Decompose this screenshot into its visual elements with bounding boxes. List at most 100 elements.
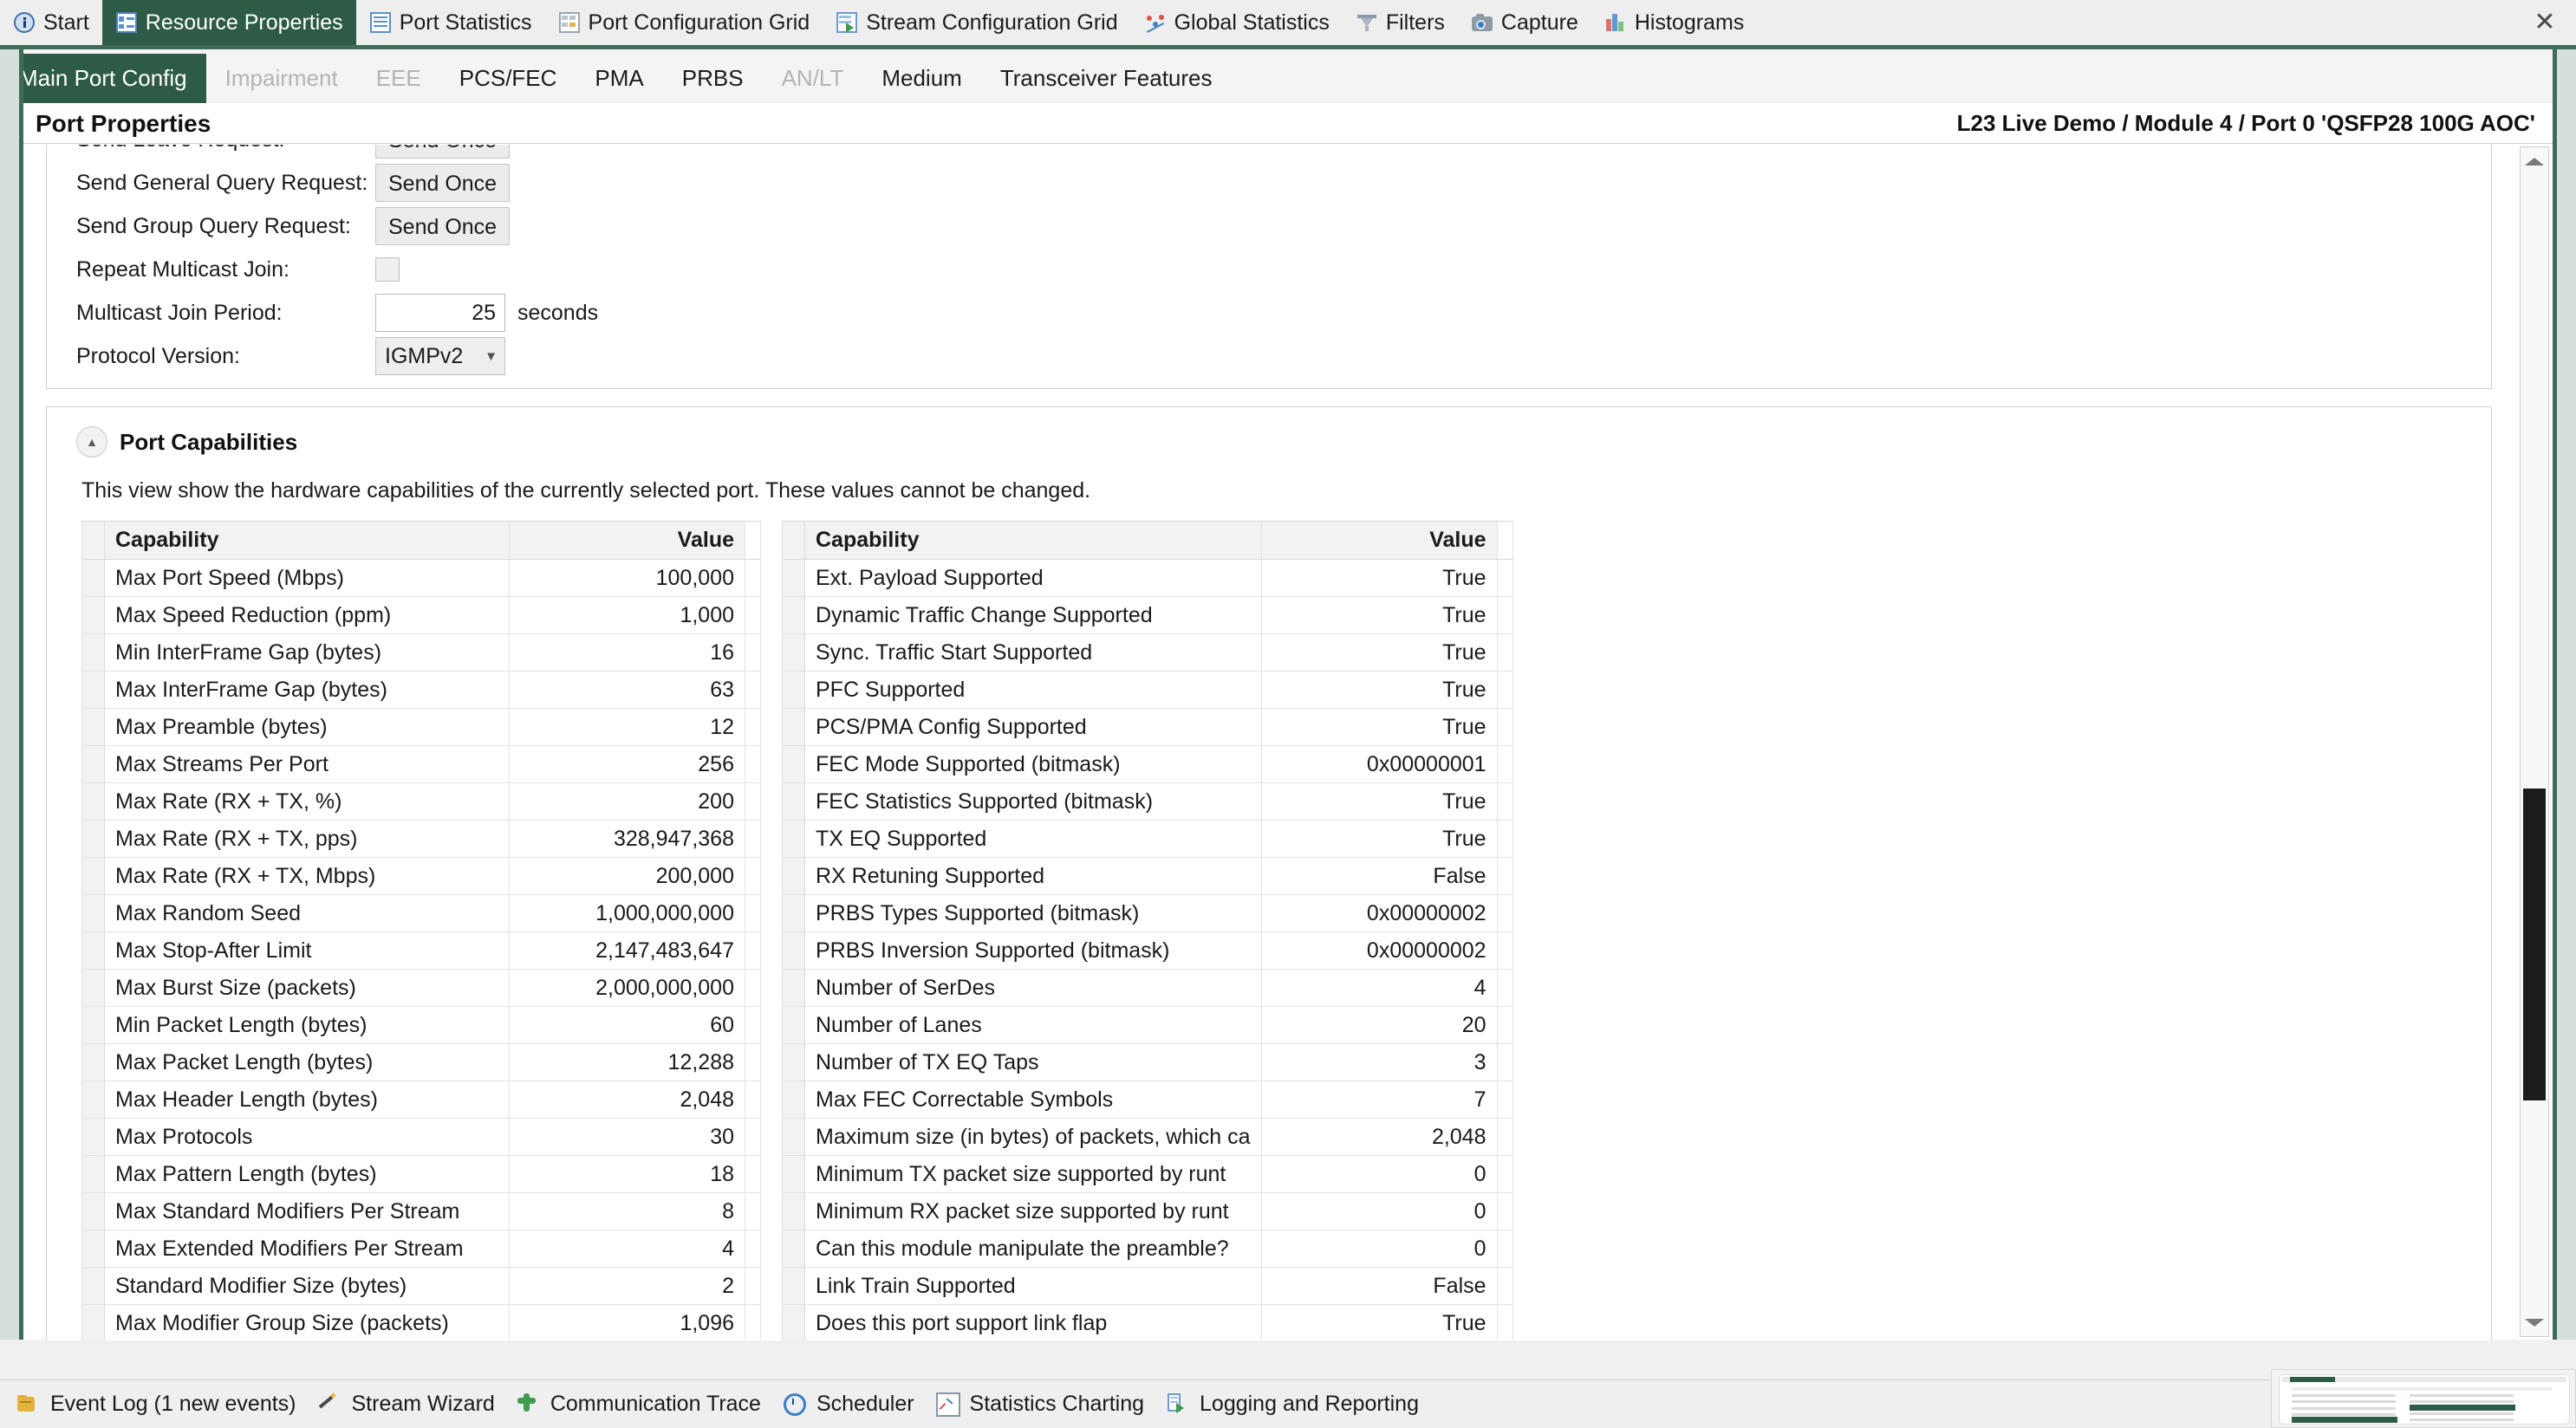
table-row[interactable]: Ext. Payload Supported True — [782, 559, 1513, 597]
row-header-cell[interactable] — [81, 820, 105, 858]
column-header-capability[interactable]: Capability — [804, 521, 1262, 560]
chevron-down-icon[interactable]: ▼ — [485, 349, 498, 364]
row-header-cell[interactable] — [782, 708, 805, 746]
row-header-cell[interactable] — [81, 894, 105, 932]
view-tab-global-statistics[interactable]: Global Statistics — [1131, 0, 1343, 45]
table-row[interactable]: Number of TX EQ Taps 3 — [782, 1043, 1513, 1081]
table-row[interactable]: Link Train Supported False — [782, 1267, 1513, 1305]
view-tab-filters[interactable]: Filters — [1343, 0, 1458, 45]
tab-main-port-config[interactable]: Main Port Config — [0, 54, 206, 103]
vertical-scrollbar[interactable] — [2520, 146, 2549, 1337]
row-header-cell[interactable] — [782, 559, 805, 597]
table-row[interactable]: Dynamic Traffic Change Supported True — [782, 596, 1513, 634]
view-tab-histograms[interactable]: Histograms — [1591, 0, 1757, 45]
row-header-cell[interactable] — [81, 1267, 105, 1305]
table-row[interactable]: Max Rate (RX + TX, %) 200 — [81, 782, 761, 821]
column-header-value[interactable]: Value — [509, 521, 745, 560]
row-header-cell[interactable] — [81, 1304, 105, 1340]
send-leave-request-button[interactable]: Send Once — [375, 145, 511, 159]
row-header-cell[interactable] — [81, 1192, 105, 1230]
row-header-cell[interactable] — [81, 1081, 105, 1119]
status-item-statistics-charting[interactable]: Statistics Charting — [932, 1386, 1161, 1424]
close-icon[interactable]: ✕ — [2526, 5, 2564, 40]
row-header-cell[interactable] — [81, 1155, 105, 1193]
table-row[interactable]: PRBS Inversion Supported (bitmask) 0x0000… — [782, 931, 1513, 970]
repeat-multicast-join-checkbox[interactable] — [375, 257, 400, 282]
scrollbar-thumb[interactable] — [2523, 789, 2546, 1100]
table-row[interactable]: Max Packet Length (bytes) 12,288 — [81, 1043, 761, 1081]
send-general-query-request-button[interactable]: Send Once — [375, 164, 511, 202]
view-tab-port-configuration-grid[interactable]: Port Configuration Grid — [545, 0, 823, 45]
table-row[interactable]: Can this module manipulate the preamble?… — [782, 1230, 1513, 1268]
scroll-up-arrow-icon[interactable] — [2521, 147, 2548, 175]
table-row[interactable]: RX Retuning Supported False — [782, 857, 1513, 895]
table-row[interactable]: Standard Modifier Size (bytes) 2 — [81, 1267, 761, 1305]
row-header-cell[interactable] — [81, 1006, 105, 1044]
tab-pma[interactable]: PMA — [576, 54, 662, 103]
table-row[interactable]: Max Burst Size (packets) 2,000,000,000 — [81, 969, 761, 1007]
table-row[interactable]: Min Packet Length (bytes) 60 — [81, 1006, 761, 1044]
table-row[interactable]: PRBS Types Supported (bitmask) 0x00000002 — [782, 894, 1513, 932]
row-header-cell[interactable] — [81, 1043, 105, 1081]
send-group-query-request-button[interactable]: Send Once — [375, 207, 511, 245]
row-header-cell[interactable] — [782, 1267, 805, 1305]
row-header-cell[interactable] — [782, 596, 805, 634]
row-header-cell[interactable] — [782, 931, 805, 970]
tab-medium[interactable]: Medium — [862, 54, 980, 103]
table-row[interactable]: Max Random Seed 1,000,000,000 — [81, 894, 761, 932]
column-header-value[interactable]: Value — [1260, 521, 1498, 560]
table-row[interactable]: Number of SerDes 4 — [782, 969, 1513, 1007]
table-row[interactable]: Max Speed Reduction (ppm) 1,000 — [81, 596, 761, 634]
table-row[interactable]: Number of Lanes 20 — [782, 1006, 1513, 1044]
tab-prbs[interactable]: PRBS — [663, 54, 763, 103]
row-header-cell[interactable] — [782, 1304, 805, 1340]
row-header-cell[interactable] — [782, 820, 805, 858]
table-row[interactable]: Max FEC Correctable Symbols 7 — [782, 1081, 1513, 1119]
row-header-cell[interactable] — [81, 969, 105, 1007]
row-header-cell[interactable] — [81, 559, 105, 597]
table-row[interactable]: Max Header Length (bytes) 2,048 — [81, 1081, 761, 1119]
table-row[interactable]: Max Stop-After Limit 2,147,483,647 — [81, 931, 761, 970]
table-row[interactable]: Minimum TX packet size supported by runt… — [782, 1155, 1513, 1193]
table-row[interactable]: Max Pattern Length (bytes) 18 — [81, 1155, 761, 1193]
status-item-scheduler[interactable]: Scheduler — [778, 1386, 932, 1424]
multicast-join-period-input[interactable]: 25 — [375, 294, 505, 332]
table-row[interactable]: Sync. Traffic Start Supported True — [782, 633, 1513, 672]
tab-transceiver-features[interactable]: Transceiver Features — [981, 54, 1232, 103]
view-tab-start[interactable]: Start — [0, 0, 102, 45]
row-header-cell[interactable] — [81, 633, 105, 672]
view-tab-stream-configuration-grid[interactable]: Stream Configuration Grid — [823, 0, 1130, 45]
status-item-logging-and-reporting[interactable]: Logging and Reporting — [1161, 1386, 1436, 1424]
row-header-cell[interactable] — [782, 969, 805, 1007]
table-row[interactable]: Max Protocols 30 — [81, 1118, 761, 1156]
row-header-cell[interactable] — [81, 857, 105, 895]
table-row[interactable]: Max Preamble (bytes) 12 — [81, 708, 761, 746]
table-row[interactable]: Does this port support link flap True — [782, 1304, 1513, 1340]
row-header-cell[interactable] — [81, 1118, 105, 1156]
table-row[interactable]: Max Port Speed (Mbps) 100,000 — [81, 559, 761, 597]
table-row[interactable]: Max Rate (RX + TX, Mbps) 200,000 — [81, 857, 761, 895]
row-header-cell[interactable] — [81, 708, 105, 746]
row-header-cell[interactable] — [81, 745, 105, 783]
chevron-up-icon[interactable]: ▲ — [76, 426, 107, 458]
row-header-cell[interactable] — [782, 1081, 805, 1119]
table-row[interactable]: FEC Mode Supported (bitmask) 0x00000001 — [782, 745, 1513, 783]
table-row[interactable]: Min InterFrame Gap (bytes) 16 — [81, 633, 761, 672]
row-header-cell[interactable] — [81, 1230, 105, 1268]
table-row[interactable]: Max Standard Modifiers Per Stream 8 — [81, 1192, 761, 1230]
row-header-cell[interactable] — [782, 1155, 805, 1193]
status-item-stream-wizard[interactable]: Stream Wizard — [314, 1386, 512, 1424]
table-row[interactable]: TX EQ Supported True — [782, 820, 1513, 858]
row-header-cell[interactable] — [782, 1192, 805, 1230]
row-header-cell[interactable] — [782, 857, 805, 895]
table-row[interactable]: Max Modifier Group Size (packets) 1,096 — [81, 1304, 761, 1340]
view-tab-resource-properties[interactable]: Resource Properties — [101, 0, 356, 45]
row-header-cell[interactable] — [782, 1230, 805, 1268]
row-header-cell[interactable] — [782, 894, 805, 932]
row-header-cell[interactable] — [782, 782, 805, 821]
tab-pcs-fec[interactable]: PCS/FEC — [440, 54, 576, 103]
table-row[interactable]: Minimum RX packet size supported by runt… — [782, 1192, 1513, 1230]
row-header-cell[interactable] — [81, 671, 105, 709]
row-header-cell[interactable] — [81, 782, 105, 821]
row-header-cell[interactable] — [782, 1006, 805, 1044]
